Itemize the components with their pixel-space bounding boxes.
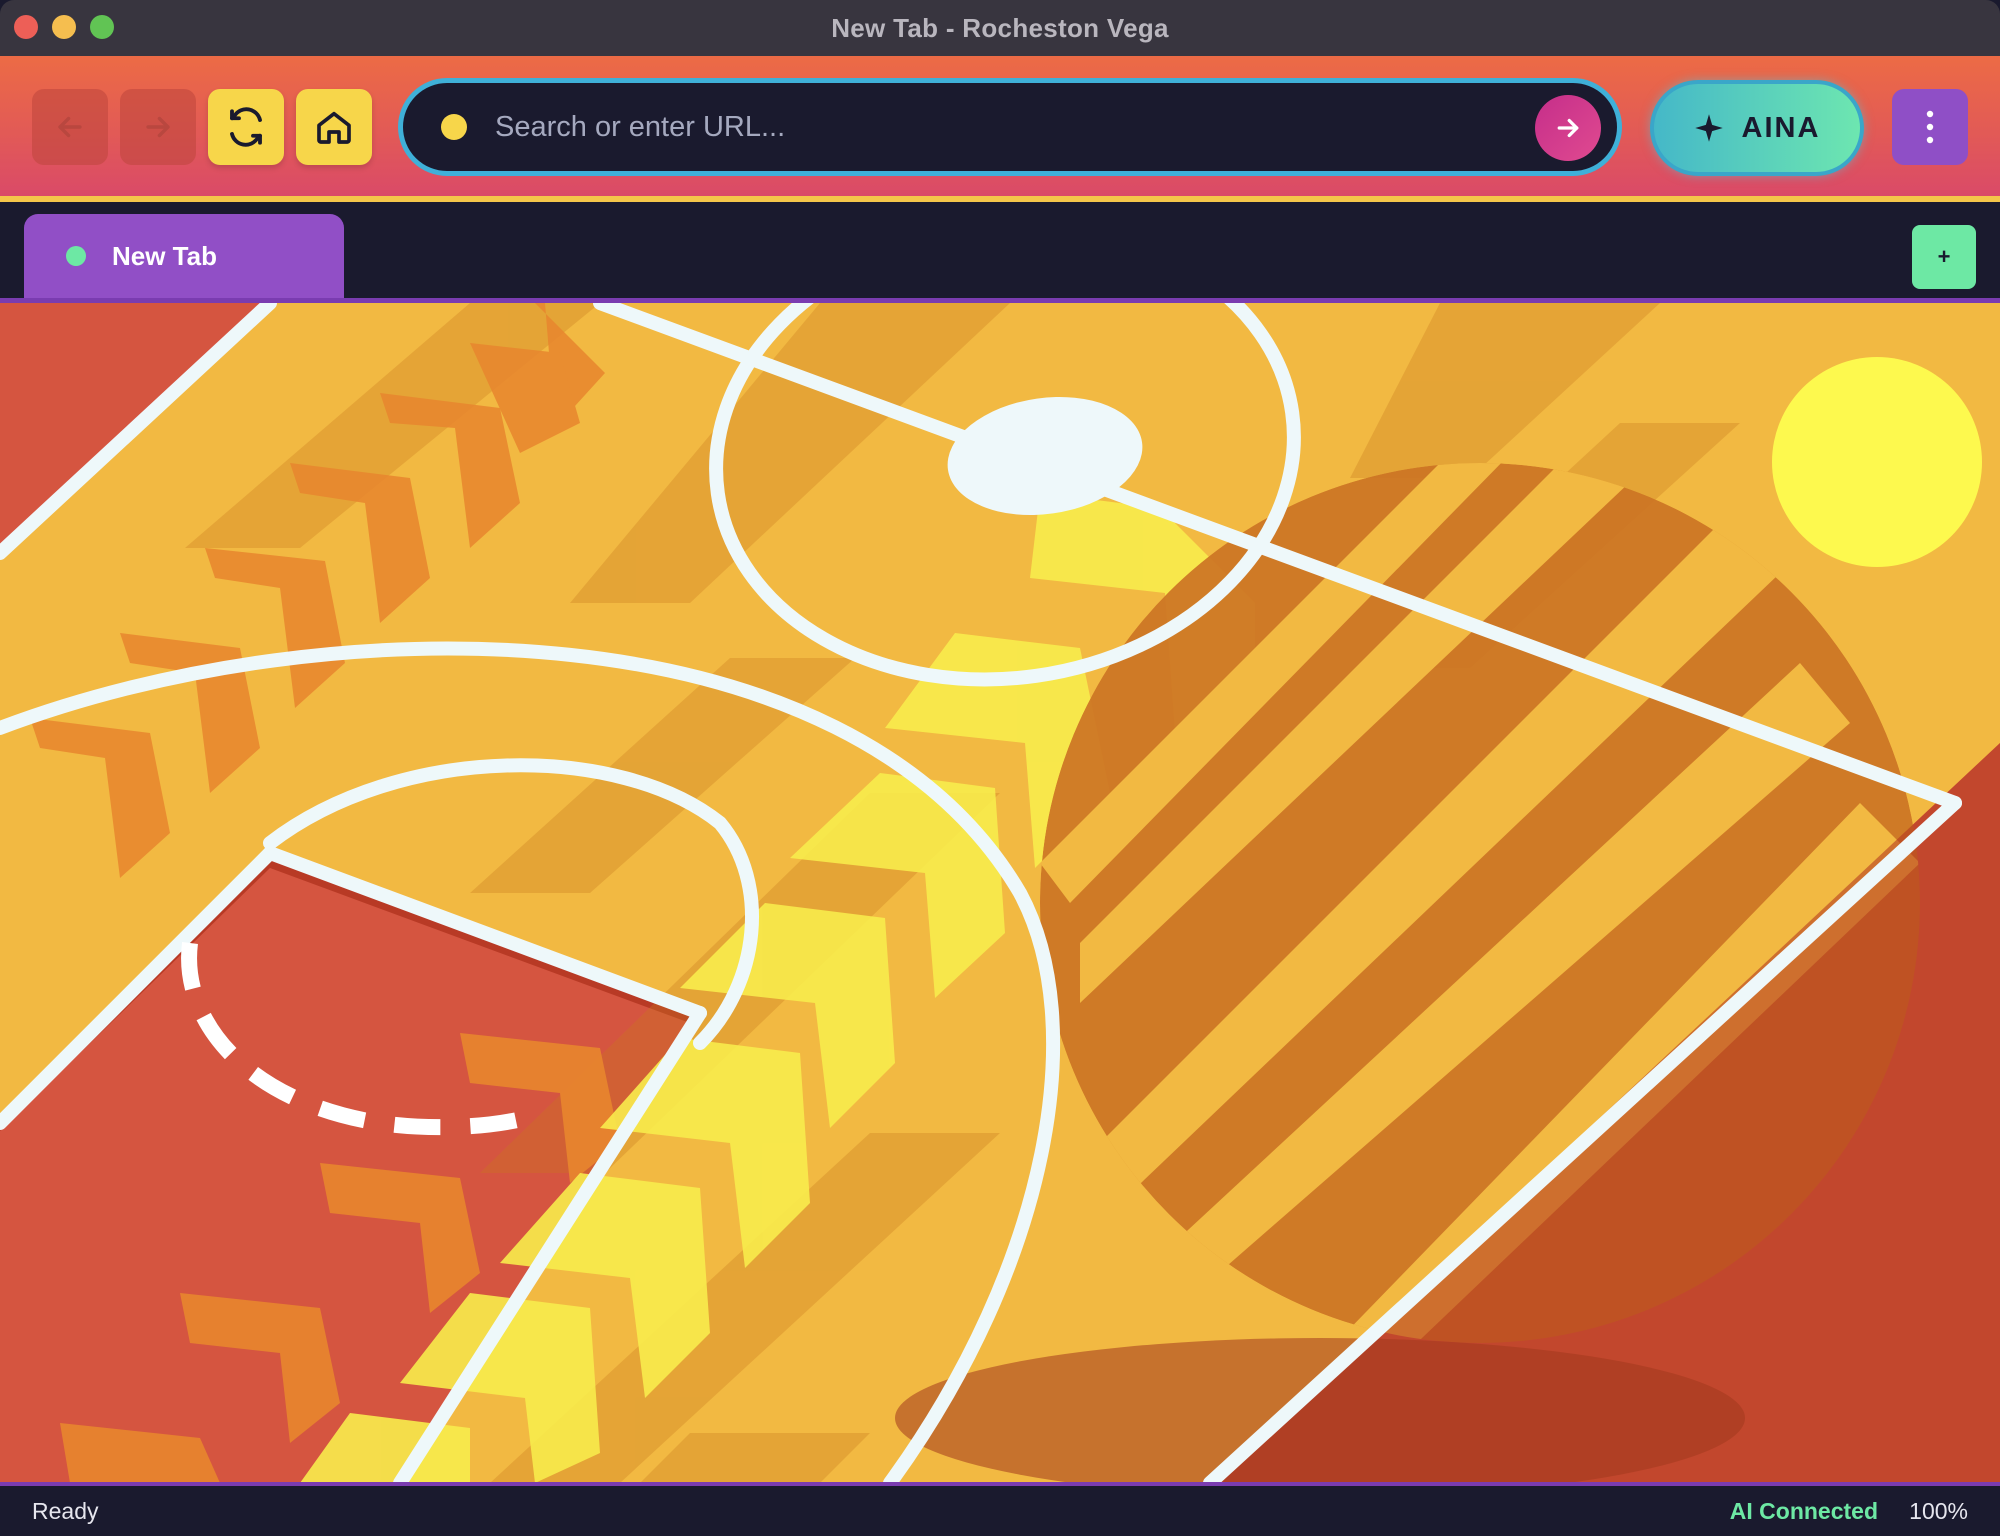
home-icon <box>317 111 351 144</box>
new-tab-button[interactable]: + <box>1912 225 1976 289</box>
close-window-button[interactable] <box>14 15 38 39</box>
vertical-dots-icon <box>1926 110 1934 144</box>
reload-button[interactable] <box>208 89 284 165</box>
status-text: Ready <box>32 1497 99 1524</box>
back-button[interactable] <box>32 89 108 165</box>
browser-toolbar: AINA <box>0 56 2000 196</box>
arrow-left-icon <box>58 116 82 138</box>
home-button[interactable] <box>296 89 372 165</box>
ai-connection-status: AI Connected <box>1729 1497 1878 1524</box>
tab-label: New Tab <box>112 240 217 271</box>
tab-status-dot <box>66 246 86 266</box>
aina-button-label: AINA <box>1741 111 1821 144</box>
reload-icon <box>230 107 262 147</box>
maximize-window-button[interactable] <box>90 15 114 39</box>
arrow-right-icon <box>1557 118 1579 138</box>
status-bar: Ready AI Connected 100% <box>0 1486 2000 1536</box>
security-indicator-icon <box>441 114 467 140</box>
search-input[interactable] <box>495 110 1455 144</box>
sparkle-icon <box>1694 114 1723 142</box>
forward-button[interactable] <box>120 89 196 165</box>
tab-new-tab[interactable]: New Tab <box>24 214 344 298</box>
title-bar: New Tab - Rocheston Vega <box>0 0 2000 56</box>
menu-button[interactable] <box>1892 89 1968 165</box>
window-title: New Tab - Rocheston Vega <box>831 12 1169 43</box>
tab-strip: New Tab + <box>0 202 2000 298</box>
arrow-right-icon <box>146 116 170 138</box>
aina-ai-button[interactable]: AINA <box>1650 80 1864 176</box>
window-controls <box>14 15 114 39</box>
basketball-court-illustration <box>0 303 2000 1483</box>
address-bar[interactable] <box>398 78 1622 176</box>
zoom-level[interactable]: 100% <box>1909 1498 1968 1525</box>
page-content <box>0 303 2000 1483</box>
go-button[interactable] <box>1535 95 1601 161</box>
minimize-window-button[interactable] <box>52 15 76 39</box>
